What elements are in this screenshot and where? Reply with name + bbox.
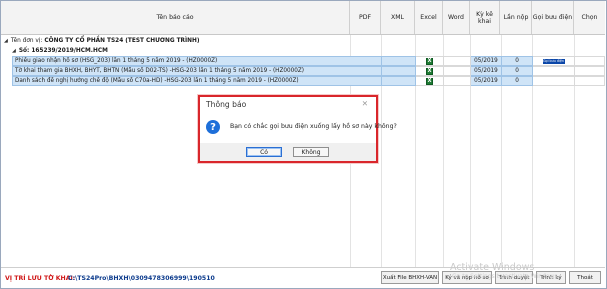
col-header-word[interactable]: Word bbox=[443, 1, 470, 34]
col-header-select[interactable]: Chọn bbox=[574, 1, 605, 34]
col-header-xml[interactable]: XML bbox=[381, 1, 415, 34]
excel-icon[interactable]: X bbox=[426, 67, 433, 75]
call-post-cell bbox=[533, 76, 575, 86]
select-cell[interactable] bbox=[575, 56, 605, 66]
xml-cell[interactable] bbox=[382, 76, 416, 86]
submit-count-cell: 0 bbox=[502, 76, 533, 86]
collapse-arrow-icon[interactable]: ◢ bbox=[4, 38, 8, 44]
file-group-row[interactable]: ◢ Số: 165239/2019/HCM.HCM bbox=[1, 45, 607, 56]
table-row[interactable]: Danh sách đề nghị hưởng chế độ (Mẫu số C… bbox=[1, 76, 605, 87]
close-icon[interactable]: ✕ bbox=[362, 99, 368, 108]
submit-count-cell: 0 bbox=[502, 56, 533, 66]
collapse-arrow-icon[interactable]: ◢ bbox=[12, 48, 16, 54]
call-post-cell: Gọi bưu điện bbox=[533, 56, 575, 66]
select-cell[interactable] bbox=[575, 66, 605, 76]
col-header-submit-count[interactable]: Lần nộp bbox=[501, 1, 532, 34]
excel-icon[interactable]: X bbox=[426, 57, 433, 65]
period-cell: 05/2019 bbox=[471, 76, 502, 86]
col-header-period[interactable]: Kỳ kê khai bbox=[470, 1, 500, 34]
confirm-dialog: Thông báo ✕ ? Bạn có chắc gọi bưu điện x… bbox=[198, 95, 397, 163]
col-header-pdf[interactable]: PDF bbox=[350, 1, 381, 34]
no-button[interactable]: Không bbox=[293, 147, 329, 157]
dialog-message: Bạn có chắc gọi bưu điện xuống lấy hồ sơ… bbox=[230, 123, 397, 130]
grid-header: Tên báo cáo PDF XML Excel Word Kỳ kê kha… bbox=[1, 1, 605, 35]
dialog-button-bar: Có Không bbox=[200, 143, 376, 161]
yes-button[interactable]: Có bbox=[246, 147, 282, 157]
word-cell[interactable] bbox=[444, 76, 471, 86]
col-header-excel[interactable]: Excel bbox=[415, 1, 443, 34]
xml-cell[interactable] bbox=[382, 56, 416, 66]
unit-name: CÔNG TY CỔ PHẦN TS24 (TEST CHƯƠNG TRÌNH) bbox=[44, 37, 200, 44]
period-cell: 05/2019 bbox=[471, 56, 502, 66]
dialog-title: Thông báo bbox=[206, 100, 247, 109]
excel-cell[interactable]: X bbox=[416, 66, 444, 76]
excel-icon[interactable]: X bbox=[426, 77, 433, 85]
file-group-number: 165239/2019/HCM.HCM bbox=[31, 47, 108, 54]
call-post-cell bbox=[533, 66, 575, 76]
col-header-name[interactable]: Tên báo cáo bbox=[1, 1, 350, 34]
select-cell[interactable] bbox=[575, 76, 605, 86]
activate-windows-watermark: Activate Windows bbox=[450, 262, 535, 273]
unit-label: Tên đơn vị: bbox=[10, 37, 43, 44]
excel-cell[interactable]: X bbox=[416, 76, 444, 86]
report-name[interactable]: Danh sách đề nghị hưởng chế độ (Mẫu số C… bbox=[12, 76, 352, 86]
save-location-label: VỊ TRÍ LƯU TỜ KHAI: bbox=[5, 275, 76, 282]
excel-cell[interactable]: X bbox=[416, 56, 444, 66]
report-name[interactable]: Phiếu giao nhận hồ sơ (HSG_203) lần 1 th… bbox=[12, 56, 352, 66]
pdf-cell[interactable] bbox=[351, 76, 382, 86]
call-post-button[interactable]: Gọi bưu điện bbox=[542, 58, 565, 64]
period-cell: 05/2019 bbox=[471, 66, 502, 76]
pdf-cell[interactable] bbox=[351, 66, 382, 76]
pdf-cell[interactable] bbox=[351, 56, 382, 66]
report-name[interactable]: Tờ khai tham gia BHXH, BHYT, BHTN (Mẫu s… bbox=[12, 66, 352, 76]
submit-count-cell: 0 bbox=[502, 66, 533, 76]
col-header-call-post[interactable]: Gọi bưu điện bbox=[532, 1, 574, 34]
word-cell[interactable] bbox=[444, 56, 471, 66]
activate-windows-hint: Go to Settings to activate Windows. bbox=[452, 273, 560, 280]
question-icon: ? bbox=[206, 120, 220, 134]
xml-cell[interactable] bbox=[382, 66, 416, 76]
save-location-path[interactable]: C:\TS24Pro\BHXH\0309478306999\190510 bbox=[68, 275, 215, 282]
exit-button[interactable]: Thoát bbox=[569, 271, 601, 284]
word-cell[interactable] bbox=[444, 66, 471, 76]
export-bhxh-van-button[interactable]: Xuất File BHXH-VAN bbox=[381, 271, 439, 284]
file-group-label: Số: bbox=[18, 47, 30, 54]
